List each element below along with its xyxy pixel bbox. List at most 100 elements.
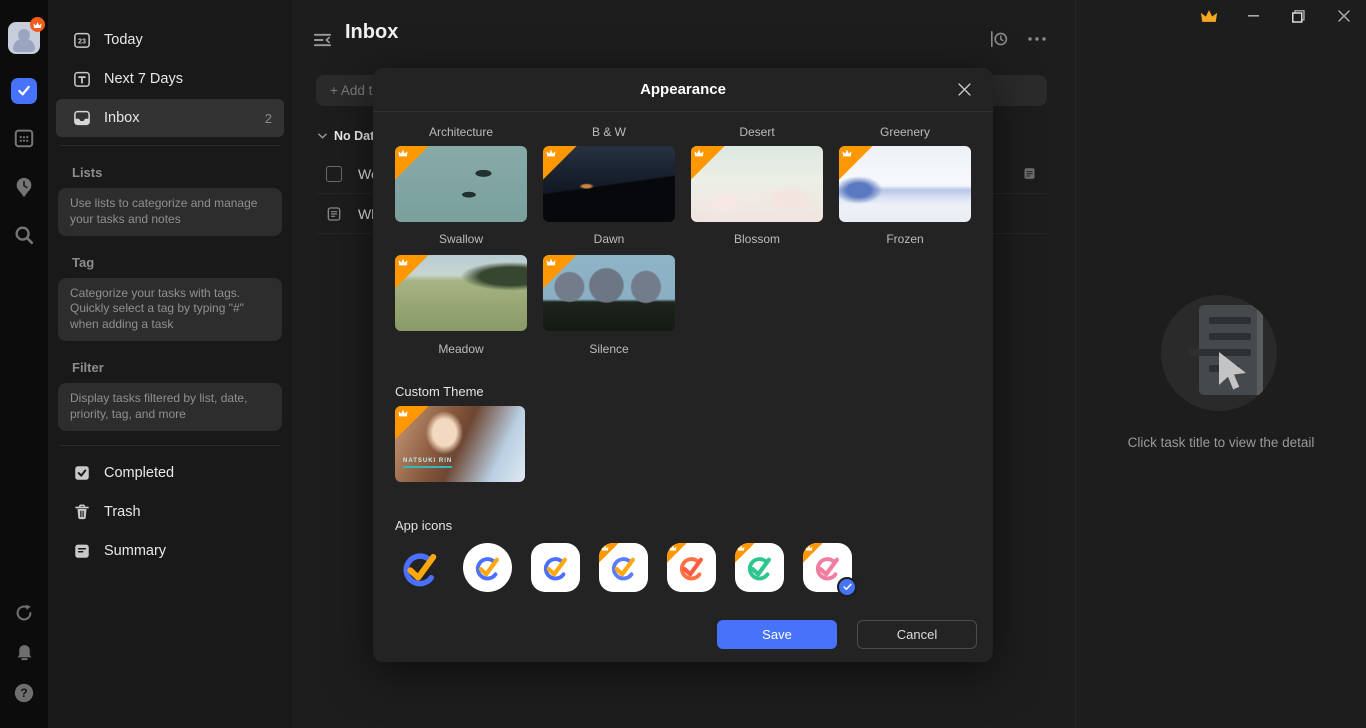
list-header: Inbox bbox=[292, 0, 1075, 64]
inbox-icon bbox=[73, 109, 91, 127]
sort-clock-icon bbox=[989, 30, 1009, 48]
titlebar-controls bbox=[1186, 0, 1366, 32]
filter-hint-card: Display tasks filtered by list, date, pr… bbox=[58, 383, 282, 431]
crown-icon bbox=[805, 545, 813, 551]
collapse-sidebar-button[interactable] bbox=[313, 32, 332, 48]
chevron-down-icon bbox=[318, 133, 327, 139]
crown-icon bbox=[694, 149, 704, 157]
rail-help-button[interactable]: ? bbox=[0, 682, 48, 704]
dialog-title: Appearance bbox=[640, 81, 726, 98]
more-options-button[interactable] bbox=[1027, 36, 1047, 42]
rail-calendar-button[interactable] bbox=[0, 127, 48, 149]
crown-icon bbox=[398, 149, 408, 157]
crown-icon bbox=[546, 258, 556, 266]
sidebar-item-label: Inbox bbox=[104, 110, 252, 126]
page-title: Inbox bbox=[345, 21, 398, 44]
theme-thumb-blossom[interactable] bbox=[691, 146, 823, 222]
premium-crown-button[interactable] bbox=[1186, 0, 1231, 32]
premium-corner-badge bbox=[667, 543, 687, 563]
theme-name: Desert bbox=[691, 125, 823, 139]
sidebar-item-summary[interactable]: Summary bbox=[56, 532, 284, 570]
restore-icon bbox=[1292, 10, 1305, 23]
sidebar-item-label: Completed bbox=[104, 465, 174, 481]
tag-hint-card: Categorize your tasks with tags. Quickly… bbox=[58, 278, 282, 341]
bell-icon bbox=[14, 642, 35, 664]
summary-doc-icon bbox=[73, 542, 91, 560]
theme-thumb-swallow[interactable] bbox=[395, 146, 527, 222]
inbox-count-badge: 2 bbox=[265, 111, 272, 126]
cancel-button[interactable]: Cancel bbox=[857, 620, 977, 649]
custom-theme-caption: NATSUKI RIN bbox=[403, 458, 452, 468]
close-icon bbox=[958, 83, 971, 96]
task-checkbox[interactable] bbox=[326, 166, 342, 182]
check-icon bbox=[843, 583, 852, 591]
theme-thumb-meadow[interactable] bbox=[395, 255, 527, 331]
divider bbox=[60, 145, 280, 146]
app-icon-option-6[interactable] bbox=[735, 543, 784, 592]
sidebar-item-today[interactable]: 23 Today bbox=[56, 21, 284, 59]
appearance-dialog: Appearance Architecture B & W Desert Gre… bbox=[373, 68, 993, 662]
premium-corner-badge bbox=[395, 406, 429, 440]
crown-icon bbox=[546, 149, 556, 157]
minimize-icon bbox=[1248, 15, 1259, 17]
lists-hint-card: Use lists to categorize and manage your … bbox=[58, 188, 282, 236]
section-header-tag: Tag bbox=[72, 255, 278, 270]
rail-search-button[interactable] bbox=[0, 224, 48, 246]
rail-tasks-button[interactable] bbox=[0, 78, 48, 104]
theme-name: Swallow bbox=[395, 232, 527, 246]
check-logo-icon bbox=[540, 552, 571, 583]
note-type-icon bbox=[326, 206, 342, 222]
app-icon-option-4[interactable] bbox=[599, 543, 648, 592]
app-icon-option-3[interactable] bbox=[531, 543, 580, 592]
empty-state-text: Click task title to view the detail bbox=[1076, 435, 1366, 450]
premium-corner-badge bbox=[839, 146, 873, 180]
rail-sync-button[interactable] bbox=[0, 602, 48, 624]
dialog-close-button[interactable] bbox=[949, 74, 979, 104]
close-button[interactable] bbox=[1321, 0, 1366, 32]
premium-corner-badge bbox=[543, 146, 577, 180]
help-icon: ? bbox=[13, 682, 35, 704]
sidebar-item-next7days[interactable]: Next 7 Days bbox=[56, 60, 284, 98]
crown-icon bbox=[601, 545, 609, 551]
left-rail: ? bbox=[0, 0, 48, 728]
crown-icon bbox=[737, 545, 745, 551]
group-header-no-date[interactable]: No Date bbox=[318, 129, 381, 143]
rail-notifications-button[interactable] bbox=[0, 642, 48, 664]
sort-by-time-button[interactable] bbox=[989, 30, 1009, 48]
custom-theme-thumb[interactable]: NATSUKI RIN bbox=[395, 406, 525, 482]
restore-button[interactable] bbox=[1276, 0, 1321, 32]
section-header-filter: Filter bbox=[72, 360, 278, 375]
theme-thumb-dawn[interactable] bbox=[543, 146, 675, 222]
sidebar: 23 Today Next 7 Days Inbox 2 Lists Use l… bbox=[48, 0, 292, 728]
svg-text:23: 23 bbox=[78, 37, 86, 45]
focus-clock-icon bbox=[13, 175, 35, 199]
app-icon-option-2[interactable] bbox=[463, 543, 512, 592]
app-icon-option-1[interactable] bbox=[395, 543, 444, 592]
cursor-icon bbox=[1213, 349, 1255, 397]
avatar[interactable] bbox=[8, 22, 40, 54]
save-button[interactable]: Save bbox=[717, 620, 837, 649]
premium-corner-badge bbox=[735, 543, 755, 563]
sidebar-item-trash[interactable]: Trash bbox=[56, 493, 284, 531]
crown-icon bbox=[842, 149, 852, 157]
rail-focus-button[interactable] bbox=[0, 175, 48, 199]
calendar-icon bbox=[13, 127, 35, 149]
crown-icon bbox=[398, 258, 408, 266]
minimize-button[interactable] bbox=[1231, 0, 1276, 32]
premium-corner-badge bbox=[395, 255, 429, 289]
theme-thumb-frozen[interactable] bbox=[839, 146, 971, 222]
custom-theme-heading: Custom Theme bbox=[395, 384, 971, 399]
empty-state-illustration bbox=[1161, 295, 1277, 411]
sidebar-item-inbox[interactable]: Inbox 2 bbox=[56, 99, 284, 137]
sidebar-item-completed[interactable]: Completed bbox=[56, 454, 284, 492]
app-icon-option-5[interactable] bbox=[667, 543, 716, 592]
close-icon bbox=[1338, 10, 1350, 22]
completed-checkbox-icon bbox=[73, 464, 91, 482]
collapse-sidebar-icon bbox=[313, 32, 332, 48]
theme-thumb-silence[interactable] bbox=[543, 255, 675, 331]
crown-icon bbox=[669, 545, 677, 551]
app-icon-option-7[interactable] bbox=[803, 543, 852, 592]
svg-text:?: ? bbox=[20, 686, 27, 700]
theme-name: Blossom bbox=[691, 232, 823, 246]
sidebar-item-label: Summary bbox=[104, 543, 166, 559]
